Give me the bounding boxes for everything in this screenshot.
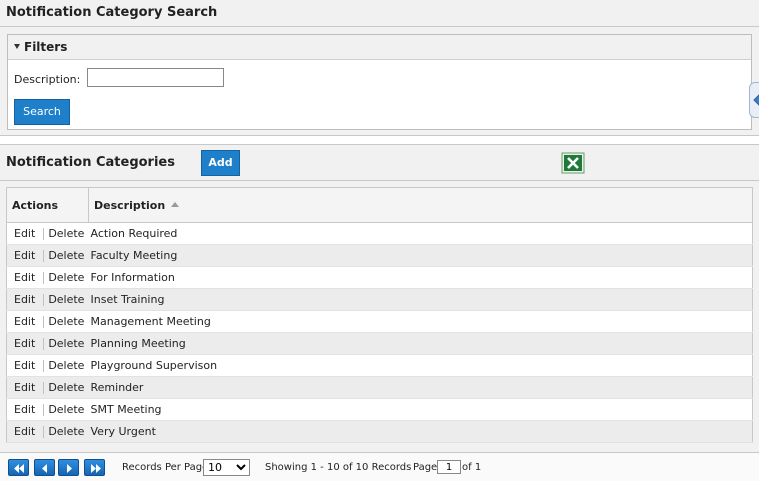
row-description: Management Meeting: [88, 310, 753, 333]
row-actions: Edit Delete: [6, 222, 89, 245]
row-description: Reminder: [88, 376, 753, 399]
row-actions: Edit Delete: [6, 354, 89, 377]
description-input[interactable]: [87, 68, 224, 87]
divider: [43, 360, 45, 372]
row-description: Playground Supervison: [88, 354, 753, 377]
last-page-button[interactable]: [84, 459, 105, 476]
row-actions: Edit Delete: [6, 332, 89, 355]
double-chevron-left-icon: [14, 464, 24, 473]
divider: [43, 294, 45, 306]
delete-link[interactable]: Delete: [48, 271, 84, 284]
delete-link[interactable]: Delete: [48, 359, 84, 372]
delete-link[interactable]: Delete: [48, 315, 84, 328]
divider: [43, 426, 45, 438]
table-row: Edit Delete Faculty Meeting: [6, 244, 753, 267]
delete-link[interactable]: Delete: [48, 337, 84, 350]
column-header-description[interactable]: Description: [88, 187, 753, 223]
excel-export-icon[interactable]: [561, 152, 585, 174]
page-count: of 1: [462, 462, 482, 473]
edit-link[interactable]: Edit: [14, 403, 35, 416]
edit-link[interactable]: Edit: [14, 425, 35, 438]
chevron-right-icon: [67, 464, 72, 473]
table-row: Edit Delete Very Urgent: [6, 420, 753, 443]
edit-link[interactable]: Edit: [14, 381, 35, 394]
delete-link[interactable]: Delete: [48, 403, 84, 416]
page-label: Page: [413, 462, 438, 473]
edit-link[interactable]: Edit: [14, 359, 35, 372]
row-description: For Information: [88, 266, 753, 289]
grid-container: Actions Description Edit Delete Action Req…: [0, 181, 759, 452]
table-row: Edit Delete Action Required: [6, 222, 753, 245]
edit-link[interactable]: Edit: [14, 293, 35, 306]
column-header-description-label: Description: [94, 198, 166, 212]
double-chevron-right-icon: [91, 464, 101, 473]
table-header-row: Actions Description: [6, 187, 753, 223]
edit-link[interactable]: Edit: [14, 271, 35, 284]
row-actions: Edit Delete: [6, 266, 89, 289]
row-actions: Edit Delete: [6, 376, 89, 399]
delete-link[interactable]: Delete: [48, 381, 84, 394]
pager: Records Per Page 10 Showing 1 - 10 of 10…: [0, 452, 759, 481]
row-actions: Edit Delete: [6, 420, 89, 443]
next-page-button[interactable]: [58, 459, 79, 476]
delete-link[interactable]: Delete: [48, 425, 84, 438]
row-actions: Edit Delete: [6, 244, 89, 267]
delete-link[interactable]: Delete: [48, 249, 84, 262]
chevron-left-icon: [42, 464, 47, 473]
row-description: Very Urgent: [88, 420, 753, 443]
caret-down-icon: [14, 44, 20, 49]
delete-link[interactable]: Delete: [48, 293, 84, 306]
categories-table: Actions Description Edit Delete Action Req…: [6, 187, 753, 443]
table-row: Edit Delete Planning Meeting: [6, 332, 753, 355]
divider: [43, 338, 45, 350]
sort-ascending-icon: [171, 202, 180, 207]
row-actions: Edit Delete: [6, 310, 89, 333]
row-description: SMT Meeting: [88, 398, 753, 421]
divider: [43, 316, 45, 328]
records-summary: Showing 1 - 10 of 10 Records: [265, 462, 412, 473]
divider: [43, 404, 45, 416]
divider: [43, 228, 45, 240]
search-button[interactable]: Search: [14, 99, 70, 125]
row-description: Inset Training: [88, 288, 753, 311]
side-panel-toggle[interactable]: [749, 82, 759, 118]
table-row: Edit Delete SMT Meeting: [6, 398, 753, 421]
categories-panel-title: Notification Categories: [0, 144, 759, 181]
divider: [43, 272, 45, 284]
divider: [43, 382, 45, 394]
search-panel-title: Notification Category Search: [0, 0, 759, 27]
filters-section: Filters Description: Search: [7, 34, 752, 130]
search-panel: Filters Description: Search: [0, 27, 759, 136]
previous-page-button[interactable]: [34, 459, 55, 476]
row-description: Action Required: [88, 222, 753, 245]
row-description: Planning Meeting: [88, 332, 753, 355]
divider: [43, 250, 45, 262]
row-description: Faculty Meeting: [88, 244, 753, 267]
description-label: Description:: [14, 73, 81, 86]
filters-label: Filters: [24, 40, 68, 54]
first-page-button[interactable]: [8, 459, 29, 476]
table-row: Edit Delete For Information: [6, 266, 753, 289]
filters-toggle[interactable]: Filters: [8, 35, 751, 60]
delete-link[interactable]: Delete: [48, 227, 84, 240]
table-row: Edit Delete Playground Supervison: [6, 354, 753, 377]
edit-link[interactable]: Edit: [14, 227, 35, 240]
add-button[interactable]: Add: [201, 150, 240, 176]
edit-link[interactable]: Edit: [14, 337, 35, 350]
edit-link[interactable]: Edit: [14, 315, 35, 328]
row-actions: Edit Delete: [6, 288, 89, 311]
chevron-left-icon: [753, 94, 759, 106]
records-per-page-select[interactable]: 10: [203, 459, 250, 476]
records-per-page-label: Records Per Page: [122, 462, 209, 473]
row-actions: Edit Delete: [6, 398, 89, 421]
column-header-actions: Actions: [6, 187, 89, 223]
page-number-input[interactable]: [437, 460, 461, 474]
table-row: Edit Delete Management Meeting: [6, 310, 753, 333]
edit-link[interactable]: Edit: [14, 249, 35, 262]
table-row: Edit Delete Reminder: [6, 376, 753, 399]
table-row: Edit Delete Inset Training: [6, 288, 753, 311]
